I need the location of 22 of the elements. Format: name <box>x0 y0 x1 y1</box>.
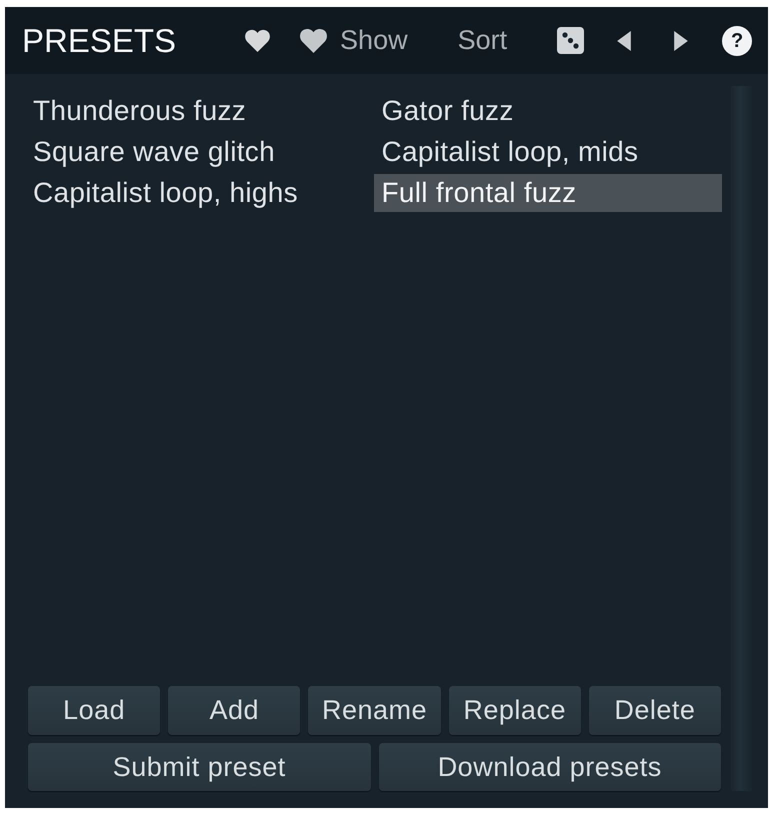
preset-item[interactable]: Thunderous fuzz <box>25 92 374 130</box>
action-button[interactable]: Rename <box>308 686 441 735</box>
heart-icon <box>299 28 328 53</box>
caret-left-icon[interactable] <box>617 30 632 50</box>
action-button[interactable]: Replace <box>448 686 581 735</box>
help-button[interactable]: ? <box>722 26 752 56</box>
dice-icon[interactable] <box>557 27 584 54</box>
preset-item[interactable]: Gator fuzz <box>374 92 722 130</box>
preset-item[interactable]: Full frontal fuzz <box>374 174 722 212</box>
preset-item[interactable]: Capitalist loop, mids <box>374 133 722 171</box>
panel-title: PRESETS <box>22 24 176 57</box>
action-button[interactable]: Add <box>168 686 300 735</box>
action-button[interactable]: Download presets <box>378 743 721 791</box>
action-button[interactable]: Delete <box>588 686 721 735</box>
preset-item[interactable]: Square wave glitch <box>25 133 374 171</box>
preset-item[interactable]: Capitalist loop, highs <box>25 174 374 212</box>
action-button[interactable]: Load <box>28 686 160 735</box>
show-button[interactable]: Show <box>299 27 408 54</box>
heart-icon[interactable] <box>244 29 272 52</box>
action-button[interactable]: Submit preset <box>28 743 370 791</box>
sort-button[interactable]: Sort <box>458 27 508 54</box>
caret-right-icon[interactable] <box>674 30 688 50</box>
